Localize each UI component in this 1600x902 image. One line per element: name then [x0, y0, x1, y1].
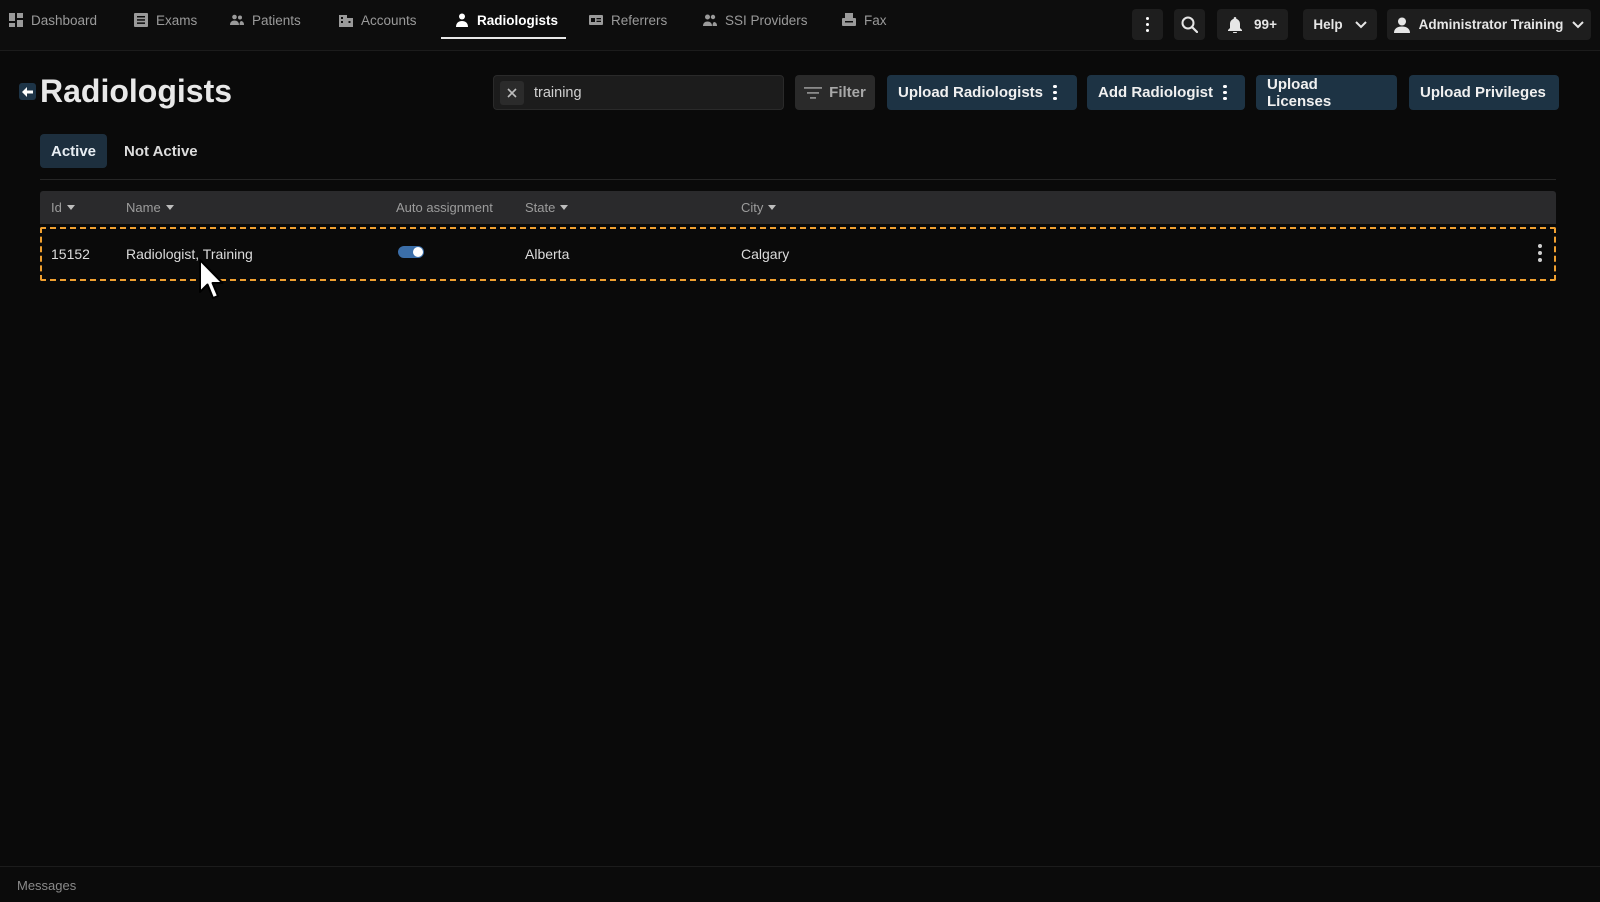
sort-caret-icon [768, 205, 777, 210]
upload-privileges-label: Upload Privileges [1420, 84, 1546, 101]
radiologist-icon [456, 13, 468, 27]
search-input[interactable] [534, 76, 774, 109]
nav-item-dashboard[interactable]: Dashboard [9, 0, 97, 40]
top-navigation-bar: Dashboard Exams Patients Accounts Radiol… [0, 0, 1600, 51]
tab-not-active[interactable]: Not Active [113, 134, 209, 168]
search-field [493, 75, 784, 110]
nav-item-label: Referrers [611, 12, 668, 28]
tabs-divider [40, 179, 1556, 180]
search-icon [1181, 16, 1198, 33]
table-row[interactable]: 15152 Radiologist, Training Alberta Calg… [40, 227, 1556, 281]
nav-item-exams[interactable]: Exams [134, 0, 197, 40]
nav-item-label: Exams [156, 12, 198, 28]
column-label: Name [126, 200, 161, 215]
kebab-icon[interactable] [1053, 84, 1057, 101]
ssi-providers-icon [703, 14, 717, 26]
referrers-icon [589, 15, 603, 25]
nav-item-label: Dashboard [31, 12, 98, 28]
upload-licenses-label: Upload Licenses [1267, 75, 1332, 110]
mouse-cursor-icon [199, 259, 224, 299]
nav-item-patients[interactable]: Patients [230, 0, 301, 40]
tab-active[interactable]: Active [40, 134, 108, 168]
messages-footer[interactable]: Messages [0, 866, 1600, 902]
nav-item-fax[interactable]: Fax [842, 0, 887, 40]
nav-item-label: Accounts [361, 12, 417, 28]
user-name: Administrator Training [1418, 17, 1564, 32]
row-actions-menu-button[interactable] [1534, 242, 1546, 264]
table-header: Id Name Auto assignment State City [40, 191, 1556, 224]
exams-icon [134, 13, 148, 27]
upload-radiologists-label: Upload Radiologists [898, 84, 1044, 101]
column-label: City [741, 200, 764, 215]
column-header-state[interactable]: State [525, 191, 569, 224]
add-radiologist-button[interactable]: Add Radiologist [1087, 75, 1245, 110]
tab-label: Active [51, 142, 97, 160]
dashboard-icon [9, 13, 23, 27]
close-icon [507, 88, 517, 98]
nav-item-ssi-providers[interactable]: SSI Providers [703, 0, 808, 40]
nav-item-label: Patients [252, 12, 301, 28]
filter-icon [804, 86, 823, 99]
more-options-button[interactable] [1132, 9, 1163, 40]
arrow-left-icon [22, 86, 33, 97]
user-menu-dropdown[interactable]: Administrator Training [1387, 9, 1591, 40]
nav-item-referrers[interactable]: Referrers [589, 0, 667, 40]
kebab-icon [1145, 16, 1150, 33]
help-dropdown[interactable]: Help [1303, 9, 1377, 40]
upload-licenses-button[interactable]: Upload Licenses [1256, 75, 1397, 110]
cell-state: Alberta [525, 246, 570, 262]
nav-item-label: SSI Providers [725, 12, 808, 28]
filter-button[interactable]: Filter [795, 75, 875, 110]
user-icon [1393, 17, 1410, 33]
column-label: State [525, 200, 556, 215]
help-label: Help [1313, 17, 1343, 32]
sort-caret-icon [165, 205, 174, 210]
nav-item-label: Fax [864, 12, 887, 28]
auto-assignment-toggle[interactable] [398, 246, 424, 258]
patients-icon [230, 14, 244, 25]
nav-item-radiologists[interactable]: Radiologists [455, 0, 558, 40]
kebab-icon[interactable] [1223, 84, 1227, 101]
messages-label: Messages [17, 878, 77, 893]
global-search-button[interactable] [1174, 9, 1205, 40]
cell-name: Radiologist, Training [126, 246, 253, 262]
nav-item-accounts[interactable]: Accounts [339, 0, 417, 40]
upload-privileges-button[interactable]: Upload Privileges [1409, 75, 1559, 110]
tab-label: Not Active [124, 142, 198, 160]
back-button[interactable] [19, 83, 36, 100]
chevron-down-icon [1354, 20, 1367, 28]
column-header-id[interactable]: Id [51, 191, 75, 224]
accounts-icon [339, 15, 353, 27]
cell-id: 15152 [51, 246, 90, 262]
column-header-city[interactable]: City [741, 191, 777, 224]
column-label: Auto assignment [396, 200, 493, 215]
column-label: Id [51, 200, 62, 215]
fax-icon [842, 13, 856, 26]
nav-item-label: Radiologists [477, 12, 559, 28]
notification-count-badge: 99+ [1254, 17, 1277, 32]
column-header-name[interactable]: Name [126, 191, 174, 224]
active-nav-indicator [441, 37, 566, 39]
filter-label: Filter [829, 84, 866, 101]
add-radiologist-label: Add Radiologist [1098, 84, 1213, 101]
chevron-down-icon [1572, 20, 1585, 28]
notifications-button[interactable]: 99+ [1217, 9, 1288, 40]
upload-radiologists-button[interactable]: Upload Radiologists [887, 75, 1077, 110]
column-header-auto-assignment: Auto assignment [396, 191, 493, 224]
page-title: Radiologists [40, 73, 233, 109]
sort-caret-icon [560, 205, 569, 210]
bell-icon [1228, 16, 1243, 33]
cell-city: Calgary [741, 246, 790, 262]
clear-search-button[interactable] [500, 81, 524, 105]
sort-caret-icon [66, 205, 75, 210]
